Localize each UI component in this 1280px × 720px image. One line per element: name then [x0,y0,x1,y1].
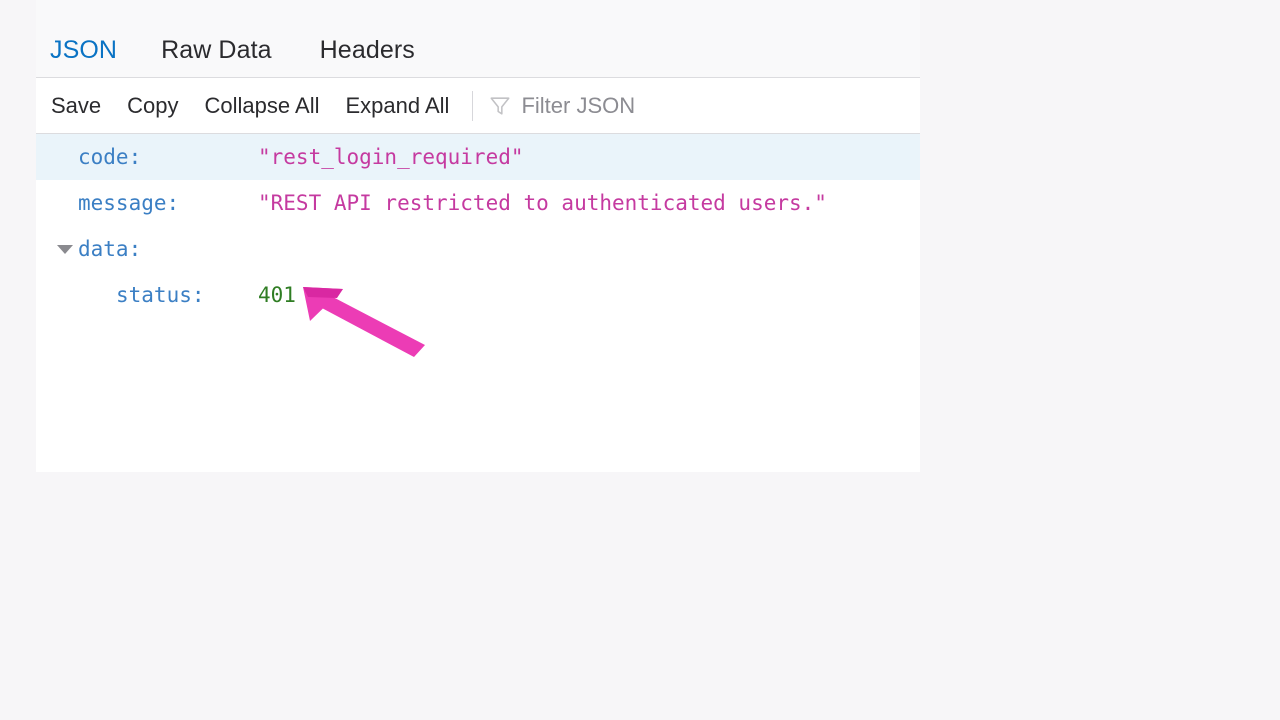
json-toolbar: Save Copy Collapse All Expand All Filter… [36,78,920,134]
json-value-status: 401 [258,283,296,307]
twisty-slot [36,153,78,162]
tab-raw-data-label: Raw Data [161,36,272,64]
tab-json-label: JSON [50,36,118,64]
json-key-message: message: [78,191,180,215]
tab-raw-data[interactable]: Raw Data [137,38,296,77]
twisty-slot[interactable] [36,244,78,254]
json-row-code[interactable]: code: "rest_login_required" [36,134,920,180]
json-row-message[interactable]: message: "REST API restricted to authent… [36,180,920,226]
expand-all-button[interactable]: Expand All [332,94,462,117]
filter-json-placeholder: Filter JSON [521,92,636,118]
json-row-data[interactable]: data: [36,226,920,272]
tab-headers-label: Headers [319,36,415,64]
twisty-slot [36,291,78,300]
filter-json-input[interactable]: Filter JSON [479,78,920,133]
tab-headers[interactable]: Headers [296,38,439,77]
json-value-message: "REST API restricted to authenticated us… [258,191,827,215]
json-row-status[interactable]: status: 401 [36,272,920,318]
chevron-down-icon[interactable] [57,244,73,254]
screen: JSON Raw Data Headers Save Copy Collapse… [0,0,1280,720]
save-button[interactable]: Save [36,94,114,117]
json-key-status: status: [116,283,205,307]
json-key-code: code: [78,145,142,169]
json-value-code: "rest_login_required" [258,145,524,169]
copy-button[interactable]: Copy [114,94,191,117]
funnel-icon [489,95,511,117]
tab-strip: JSON Raw Data Headers [36,0,920,78]
collapse-all-button[interactable]: Collapse All [192,94,333,117]
tab-json[interactable]: JSON [36,38,137,77]
json-viewer-panel: JSON Raw Data Headers Save Copy Collapse… [36,0,920,472]
json-key-data: data: [78,237,142,261]
toolbar-divider [472,90,474,121]
twisty-slot [36,199,78,208]
json-tree[interactable]: code: "rest_login_required" message: "RE… [36,134,920,471]
